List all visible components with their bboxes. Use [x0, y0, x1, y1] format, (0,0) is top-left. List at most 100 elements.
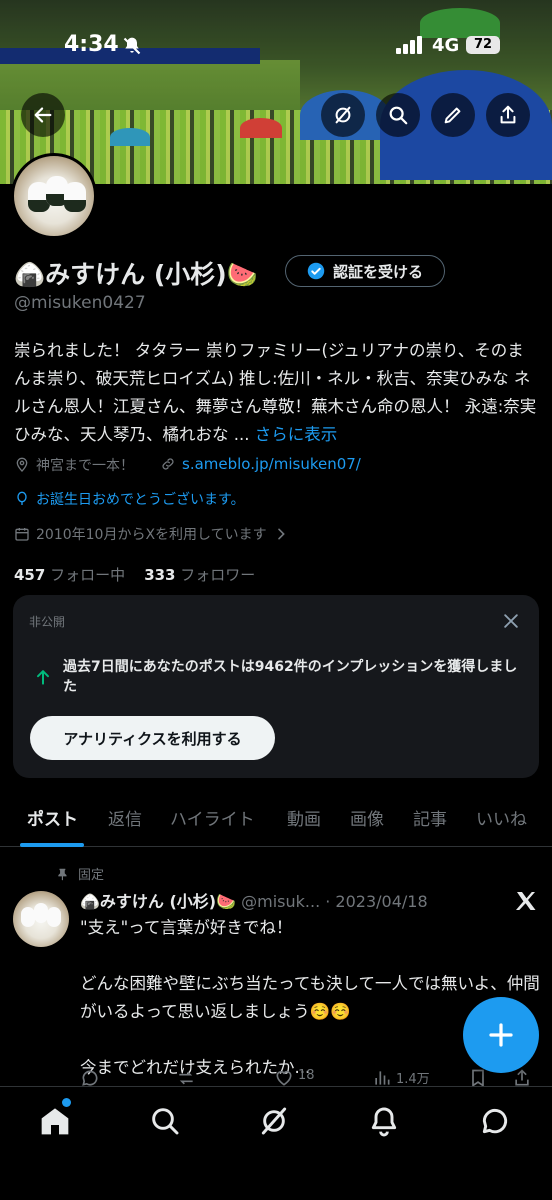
post-meta: @misuk... · 2023/04/18 [241, 892, 428, 911]
like-button[interactable]: 18 [274, 1068, 315, 1086]
joined-text: 2010年10月からXを利用しています [36, 527, 267, 543]
post-share-button[interactable] [512, 1068, 532, 1086]
tab-replies[interactable]: 返信 [108, 805, 142, 830]
view-count: 1.4万 [396, 1072, 430, 1086]
followers-count: 333 [144, 566, 176, 584]
share-icon [515, 1069, 529, 1086]
location-text: 神宮まで一本！ [36, 458, 134, 474]
pinned-indicator: 固定 [56, 864, 104, 883]
follow-counts: 457 フォロー中 333 フォロワー [14, 564, 255, 585]
home-icon [41, 1108, 69, 1135]
nav-notifications[interactable] [368, 1105, 400, 1137]
close-icon[interactable] [501, 611, 521, 631]
profile-name: 🍙みすけん (小杉)🍉 [14, 260, 258, 289]
bell-icon [371, 1107, 397, 1137]
message-bubble-icon [482, 1108, 508, 1134]
tab-videos[interactable]: 動画 [287, 805, 321, 830]
verified-badge-icon [307, 262, 325, 280]
reply-icon [82, 1070, 98, 1086]
followers-link[interactable]: 333 フォロワー [144, 566, 255, 584]
get-verified-label: 認証を受ける [332, 262, 423, 281]
following-label: フォロー中 [50, 566, 126, 584]
profile-handle: @misuken0427 [14, 293, 146, 313]
tab-highlights[interactable]: ハイライト [170, 805, 255, 830]
back-button[interactable] [21, 93, 65, 137]
followers-label: フォロワー [180, 566, 256, 584]
heart-icon [276, 1070, 292, 1086]
avatar-rice-ball [34, 903, 48, 923]
bottom-navigation [0, 1086, 552, 1200]
post-author-avatar[interactable] [13, 891, 69, 947]
post-author-name[interactable]: 🍙みすけん (小杉)🍉 [80, 892, 236, 911]
chevron-right-icon [277, 528, 285, 540]
avatar-rice-ball [47, 907, 61, 927]
x-logo-icon [516, 892, 536, 910]
calendar-icon [15, 528, 29, 541]
pin-icon [58, 868, 67, 880]
tab-articles[interactable]: 記事 [413, 805, 447, 830]
repost-button[interactable] [176, 1068, 196, 1086]
profile-bio: 崇られました！ タタラー 崇りファミリー(ジュリアナの崇り、そのまんま崇り、破天… [14, 337, 538, 449]
bio-more-link[interactable]: さらに表示 [255, 425, 338, 444]
home-new-dot [62, 1098, 71, 1107]
arrow-up-icon [37, 670, 49, 685]
search-icon [389, 106, 408, 125]
views-button[interactable]: 1.4万 [372, 1068, 430, 1086]
profile-birthday[interactable]: お誕生日おめでとうございます。 [14, 489, 245, 509]
active-tab-indicator [20, 843, 84, 847]
avatar-nori [64, 200, 86, 212]
tab-likes[interactable]: いいね [476, 805, 527, 830]
profile-website[interactable]: s.ameblo.jp/misuken07/ [160, 455, 361, 473]
edit-button[interactable] [431, 93, 475, 137]
private-analytics-card: 非公開 過去7日間にあなたのポストは9462件のインプレッションを獲得しました … [13, 595, 539, 778]
following-count: 457 [14, 566, 46, 584]
bar-chart-icon [375, 1071, 390, 1085]
status-time: 4:34 [64, 32, 119, 57]
profile-name-row: 🍙みすけん (小杉)🍉 [14, 255, 258, 291]
profile-location: 神宮まで一本！ [14, 455, 134, 475]
private-label: 非公開 [29, 615, 66, 629]
nav-search[interactable] [149, 1105, 181, 1137]
grok-button[interactable] [321, 93, 365, 137]
grok-icon [335, 106, 351, 124]
reply-button[interactable] [80, 1068, 100, 1086]
search-icon [152, 1108, 179, 1135]
bell-off-icon [123, 37, 141, 55]
post-header: 🍙みすけん (小杉)🍉 @misuk... · 2023/04/18 [80, 888, 428, 912]
network-type: 4G [432, 35, 460, 56]
compose-post-button[interactable] [463, 997, 539, 1073]
impressions-message: 過去7日間にあなたのポストは9462件のインプレッションを獲得しました [63, 659, 518, 695]
signal-icon [396, 36, 422, 54]
plus-icon [489, 1023, 513, 1047]
birthday-text: お誕生日おめでとうございます。 [36, 492, 245, 508]
like-count: 18 [298, 1068, 315, 1083]
avatar-rice-ball [64, 182, 86, 212]
pencil-icon [444, 107, 461, 124]
bookmark-icon [472, 1069, 484, 1086]
nav-home[interactable] [39, 1105, 71, 1137]
location-pin-icon [16, 457, 28, 472]
status-bar: 4:34 4G 72 [0, 0, 552, 90]
balloon-icon [17, 491, 27, 505]
tab-media[interactable]: 画像 [350, 805, 384, 830]
tab-posts[interactable]: ポスト [27, 805, 78, 830]
avatar-rice-ball [21, 907, 35, 927]
nav-messages[interactable] [479, 1105, 511, 1137]
repost-icon [179, 1071, 193, 1085]
profile-joined[interactable]: 2010年10月からXを利用しています [14, 524, 289, 544]
link-icon [162, 458, 174, 470]
analytics-button[interactable]: アナリティクスを利用する [30, 716, 275, 760]
following-link[interactable]: 457 フォロー中 [14, 566, 125, 584]
website-link[interactable]: s.ameblo.jp/misuken07/ [182, 455, 361, 473]
battery-indicator: 72 [466, 36, 500, 54]
pinned-label: 固定 [78, 868, 105, 883]
nav-grok[interactable] [258, 1105, 290, 1137]
search-button[interactable] [376, 93, 420, 137]
bookmark-button[interactable] [468, 1068, 488, 1086]
profile-avatar[interactable] [11, 153, 97, 239]
get-verified-button[interactable]: 認証を受ける [285, 255, 445, 287]
grok-icon [261, 1107, 287, 1135]
share-button[interactable] [486, 93, 530, 137]
arrow-left-icon [34, 107, 52, 123]
profile-tabs: ポスト 返信 ハイライト 動画 画像 記事 いいね [0, 795, 552, 847]
